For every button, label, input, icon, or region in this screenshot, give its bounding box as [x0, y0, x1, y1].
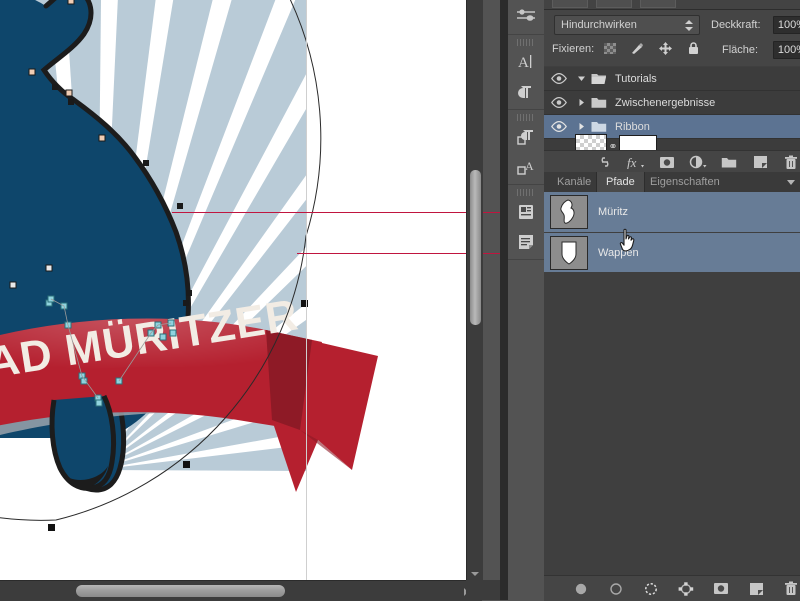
- blend-mode-select[interactable]: Hindurchwirken: [554, 15, 700, 35]
- document-canvas[interactable]: AD MÜRITZER: [0, 0, 466, 580]
- scroll-down-arrow-icon[interactable]: [471, 572, 479, 576]
- fill-label: Fläche:: [722, 44, 759, 56]
- dock-grip-icon[interactable]: [517, 189, 535, 196]
- artwork: AD MÜRITZER: [0, 0, 466, 580]
- link-layers-icon[interactable]: [596, 153, 614, 171]
- eye-icon[interactable]: [544, 67, 574, 90]
- dock-grip-icon[interactable]: [517, 114, 535, 121]
- new-group-icon[interactable]: [720, 153, 738, 171]
- tab-pfade[interactable]: Pfade: [596, 172, 645, 192]
- layer-name: Tutorials: [615, 72, 657, 85]
- lock-image-pixels-icon[interactable]: [630, 41, 645, 56]
- canvas-vertical-scrollbar[interactable]: [466, 0, 483, 580]
- layers-options-bar: Hindurchwirken Deckkraft: 100% Fixieren:: [544, 10, 800, 66]
- panel-menu-icon[interactable]: [787, 180, 795, 185]
- panel-chip: [596, 0, 632, 8]
- lock-transparent-pixels-icon[interactable]: [602, 41, 617, 56]
- dock-group-styles: A: [508, 110, 544, 185]
- panel-chip: [640, 0, 676, 8]
- layer-mask-thumbnail[interactable]: [619, 134, 657, 150]
- photoshop-window: AD MÜRITZER A A Hindurchwirken Deckkraft…: [0, 0, 800, 601]
- panel-tab-bar: Kanäle Pfade Eigenschaften: [544, 172, 800, 193]
- disclosure-triangle-right-icon[interactable]: [574, 122, 588, 131]
- lock-all-icon[interactable]: [686, 41, 701, 56]
- right-panel-column: Hindurchwirken Deckkraft: 100% Fixieren:: [544, 0, 800, 601]
- folder-closed-icon: [588, 96, 610, 109]
- new-layer-icon[interactable]: [751, 153, 769, 171]
- path-row-wappen[interactable]: Wappen: [544, 233, 800, 274]
- paths-empty-area[interactable]: [544, 272, 800, 547]
- new-adjustment-layer-icon[interactable]: [689, 153, 707, 171]
- add-layer-mask-icon[interactable]: [712, 580, 730, 598]
- adjustments-icon[interactable]: [508, 2, 544, 32]
- lock-position-icon[interactable]: [658, 41, 673, 56]
- fill-path-icon[interactable]: [572, 580, 590, 598]
- chevron-updown-icon[interactable]: [685, 20, 693, 31]
- fill-input[interactable]: 100%: [773, 41, 800, 59]
- new-path-icon[interactable]: [747, 580, 765, 598]
- path-thumbnail-wappen[interactable]: [550, 236, 588, 270]
- disclosure-triangle-right-icon[interactable]: [574, 98, 588, 107]
- disclosure-triangle-down-icon[interactable]: [574, 74, 588, 83]
- dock-grip-icon[interactable]: [517, 39, 535, 46]
- lock-buttons: [602, 41, 701, 56]
- svg-text:A: A: [525, 159, 534, 173]
- horizontal-scroll-thumb[interactable]: [76, 585, 285, 597]
- dock-group-comps: [508, 185, 544, 260]
- layer-row-partial[interactable]: ⚭: [544, 134, 800, 151]
- layers-list[interactable]: Tutorials Zwischenergebnisse Ribbon ⚭: [544, 67, 800, 150]
- layer-comps-icon[interactable]: [508, 197, 544, 227]
- layer-thumbnail[interactable]: [575, 134, 607, 150]
- panel-chip: [552, 0, 588, 8]
- folder-closed-icon: [588, 120, 610, 133]
- load-path-as-selection-icon[interactable]: [642, 580, 660, 598]
- vertical-scroll-thumb[interactable]: [470, 170, 481, 325]
- svg-text:fx: fx: [627, 155, 637, 169]
- panel-dock-separator: [500, 0, 508, 600]
- collapsed-panel-dock: A A: [508, 0, 545, 600]
- lock-fill-row: Fixieren: Fläche: 100: [544, 37, 800, 61]
- layer-styles-fx-icon[interactable]: fx: [627, 153, 645, 171]
- path-row-muritz[interactable]: Müritz: [544, 192, 800, 233]
- eye-icon[interactable]: [544, 91, 574, 114]
- canvas-horizontal-scrollbar[interactable]: [0, 580, 482, 601]
- paragraph-styles-icon[interactable]: [508, 122, 544, 152]
- delete-path-icon[interactable]: [782, 580, 800, 598]
- path-name: Müritz: [598, 206, 628, 218]
- paths-list[interactable]: Müritz Wappen: [544, 192, 800, 274]
- make-work-path-icon[interactable]: [677, 580, 695, 598]
- path-thumbnail-muritz[interactable]: [550, 195, 588, 229]
- panel-top-strip: [544, 0, 800, 10]
- mask-link-icon[interactable]: ⚭: [607, 140, 619, 151]
- svg-text:A: A: [518, 55, 529, 71]
- layers-panel-footer: fx: [544, 150, 800, 173]
- stroke-path-icon[interactable]: [607, 580, 625, 598]
- paths-panel: Kanäle Pfade Eigenschaften Müritz Wappen: [544, 172, 800, 575]
- blend-opacity-row: Hindurchwirken Deckkraft: 100%: [544, 13, 800, 35]
- dock-group-type: A: [508, 35, 544, 110]
- hand-pointer-cursor: [618, 228, 640, 254]
- opacity-input[interactable]: 100%: [773, 16, 800, 34]
- tab-kanaele[interactable]: Kanäle: [548, 172, 600, 192]
- notes-icon[interactable]: [508, 227, 544, 257]
- paths-panel-footer: [544, 575, 800, 601]
- layer-name: Ribbon: [615, 120, 650, 133]
- opacity-label: Deckkraft:: [711, 19, 761, 31]
- layer-row-tutorials[interactable]: Tutorials: [544, 67, 800, 91]
- add-layer-mask-icon[interactable]: [658, 153, 676, 171]
- lock-label: Fixieren:: [552, 43, 595, 55]
- delete-layer-icon[interactable]: [782, 153, 800, 171]
- paragraph-panel-icon[interactable]: [508, 77, 544, 107]
- blend-mode-value: Hindurchwirken: [561, 19, 637, 31]
- eye-icon[interactable]: [544, 115, 574, 138]
- character-styles-icon[interactable]: A: [508, 152, 544, 182]
- layer-row-zwischenergebnisse[interactable]: Zwischenergebnisse: [544, 91, 800, 115]
- layer-name: Zwischenergebnisse: [615, 96, 716, 109]
- dock-group-adjustments: [508, 0, 544, 35]
- tab-eigenschaften[interactable]: Eigenschaften: [641, 172, 729, 192]
- scrollbar-corner: [466, 580, 500, 600]
- character-panel-icon[interactable]: A: [508, 47, 544, 77]
- folder-open-icon: [588, 72, 610, 85]
